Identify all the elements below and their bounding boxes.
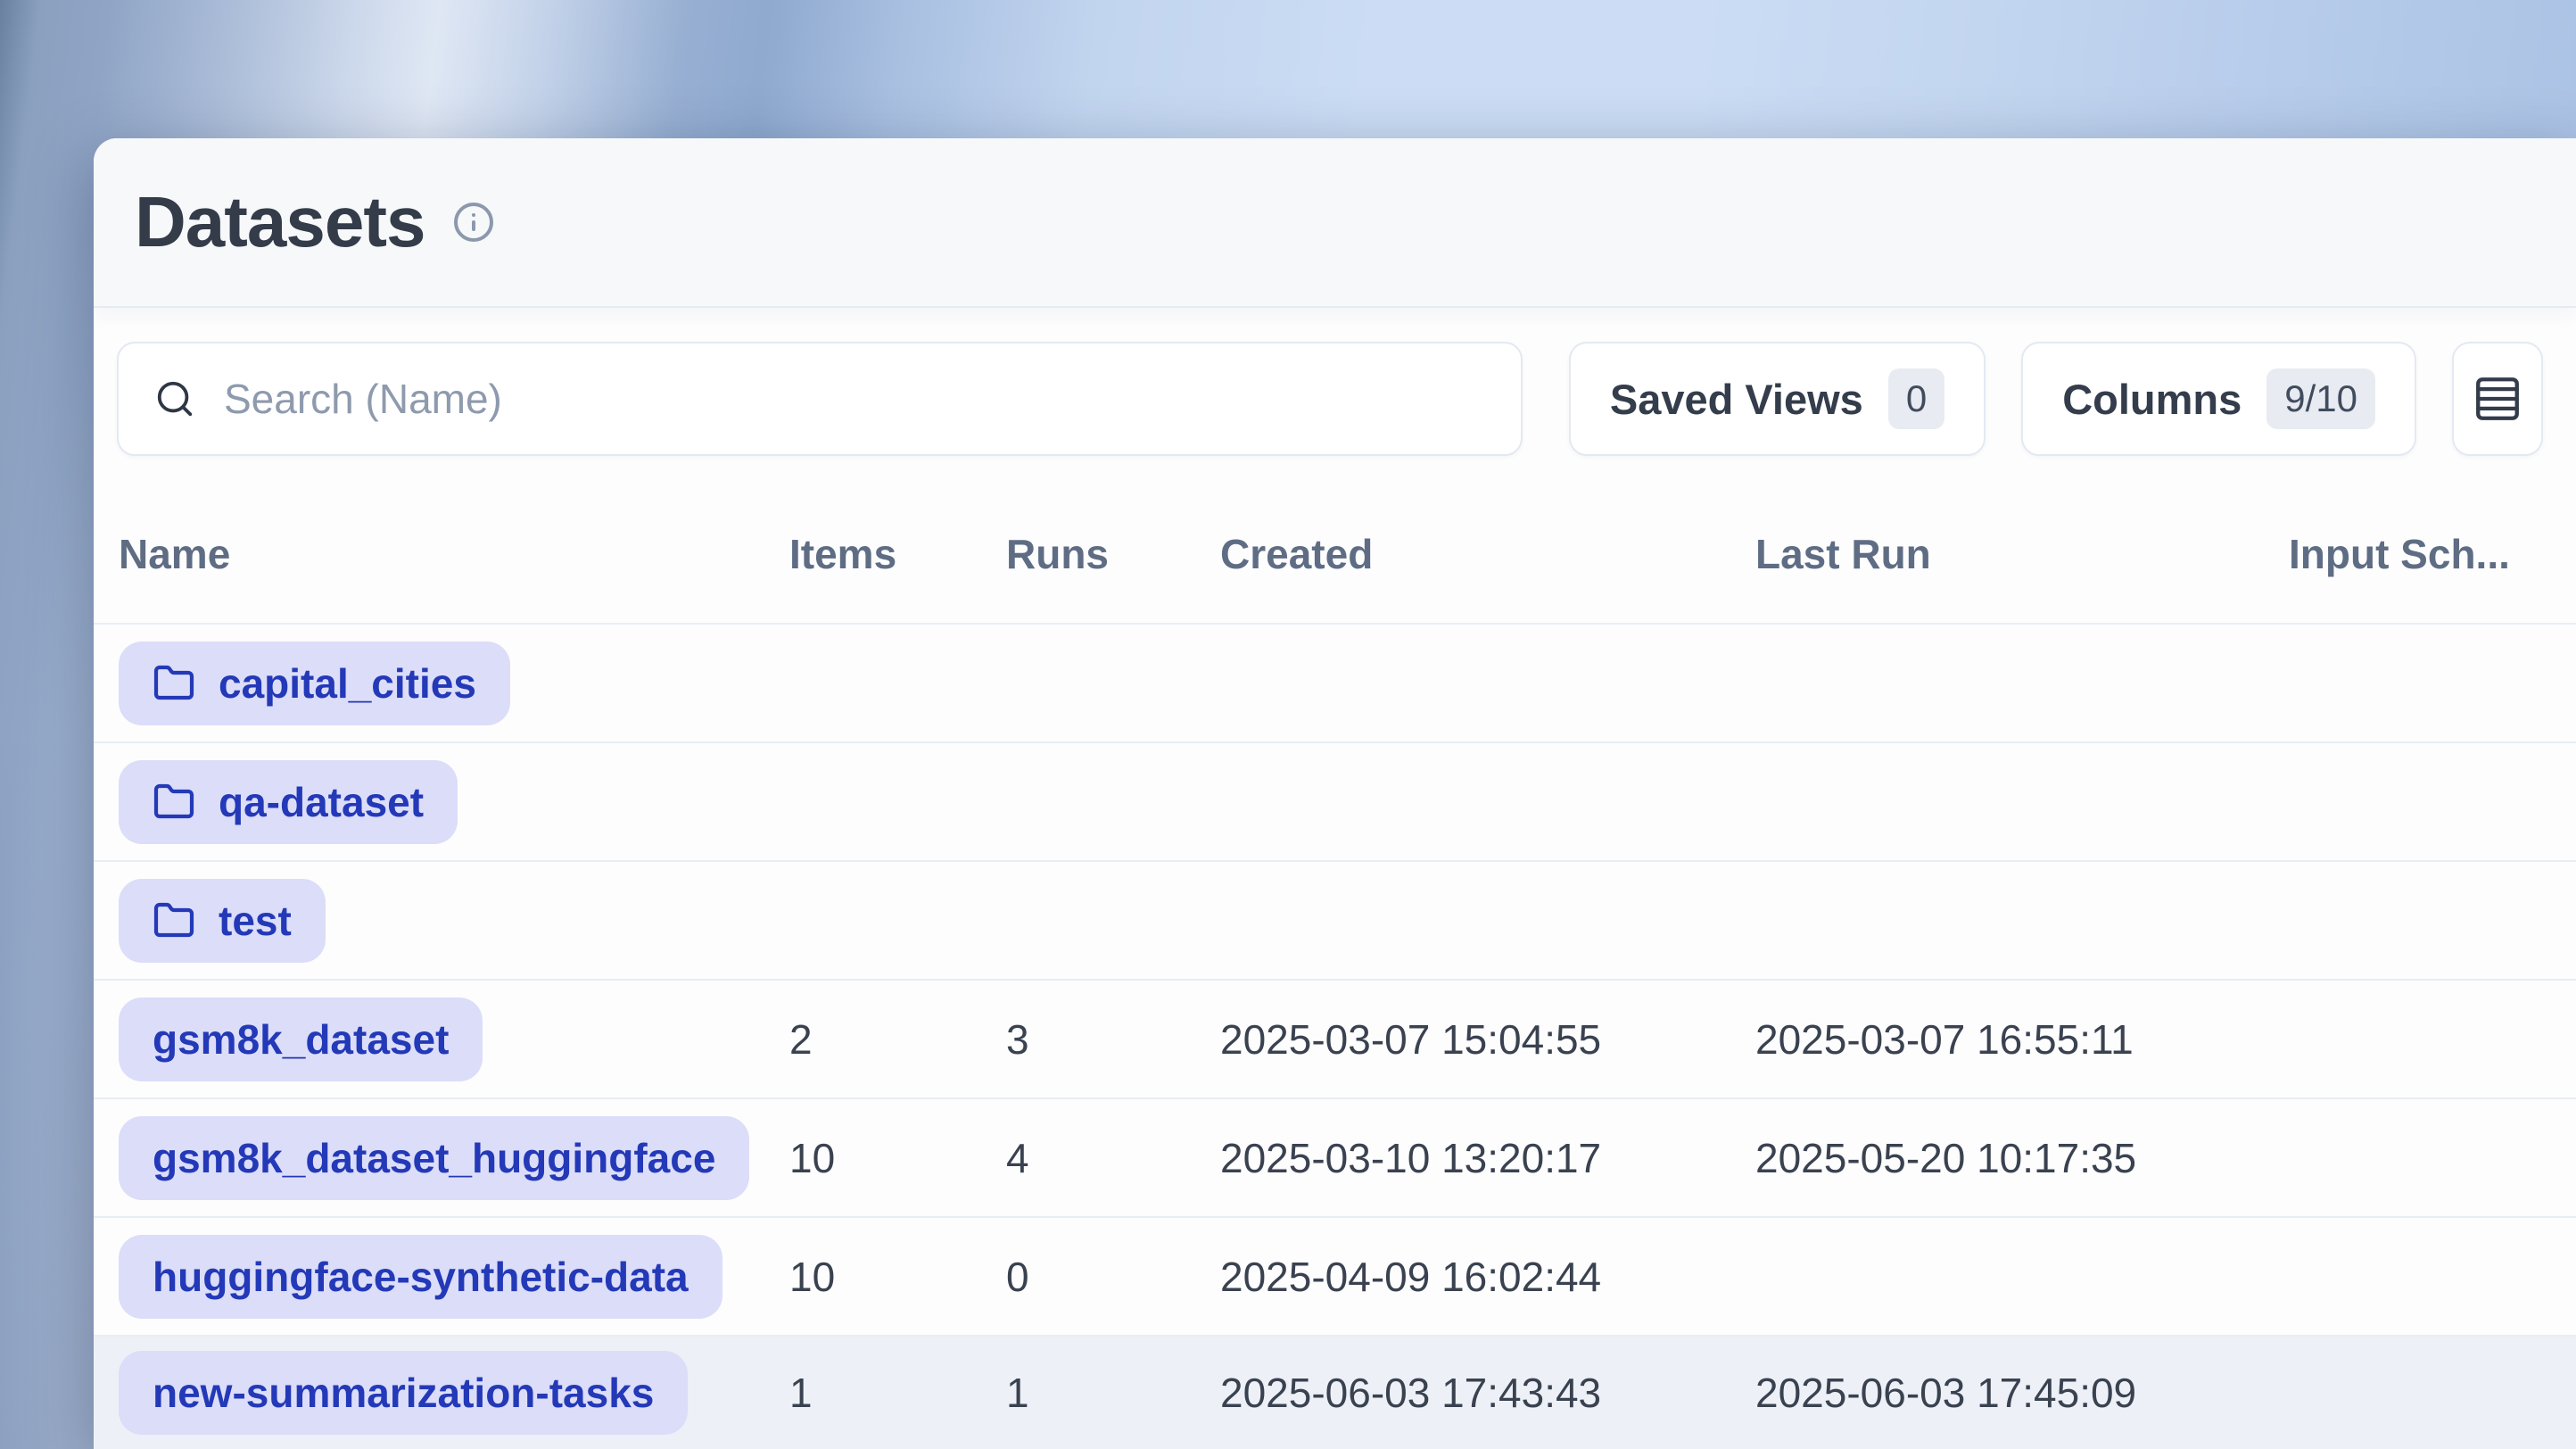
- table-row[interactable]: new-summarization-tasks112025-06-03 17:4…: [94, 1337, 2576, 1449]
- runs-cell: 4: [1006, 1134, 1220, 1182]
- dataset-name-label: capital_cities: [219, 659, 476, 708]
- saved-views-label: Saved Views: [1610, 375, 1863, 424]
- datasets-table: Name Items Runs Created Last Run Input S…: [94, 484, 2576, 1449]
- table-row[interactable]: huggingface-synthetic-data 1002025-04-09 …: [94, 1218, 2576, 1337]
- saved-views-button[interactable]: Saved Views 0: [1569, 342, 1986, 456]
- folder-icon: [153, 781, 195, 824]
- dataset-name-label: huggingface-synthetic-data: [153, 1253, 689, 1301]
- dataset-name-label: new-summarization-tasks: [153, 1369, 654, 1417]
- columns-button[interactable]: Columns 9/10: [2021, 342, 2416, 456]
- row-height-button[interactable]: [2452, 342, 2543, 456]
- created-cell: 2025-06-03 17:43:43: [1220, 1369, 1755, 1417]
- last-run-cell: 2025-06-03 17:45:09: [1755, 1369, 2289, 1417]
- folder-badge[interactable]: test: [119, 879, 326, 963]
- dataset-name-badge[interactable]: new-summarization-tasks: [119, 1351, 688, 1435]
- table-body: capital_cities qa-dataset test gsm8k_datase…: [94, 625, 2576, 1449]
- column-header-name: Name: [119, 530, 789, 578]
- rows-icon: [2472, 373, 2523, 425]
- column-header-created: Created: [1220, 530, 1755, 578]
- name-cell: gsm8k_dataset: [119, 998, 789, 1081]
- column-header-items: Items: [789, 530, 1006, 578]
- search-icon: [154, 378, 195, 419]
- saved-views-count-badge: 0: [1888, 368, 1944, 429]
- column-header-last-run: Last Run: [1755, 530, 2289, 578]
- items-cell: 2: [789, 1015, 1006, 1064]
- toolbar: Saved Views 0 Columns 9/10: [94, 308, 2576, 484]
- dataset-name-label: gsm8k_dataset: [153, 1015, 449, 1064]
- name-cell: capital_cities: [119, 642, 789, 725]
- runs-cell: 1: [1006, 1369, 1220, 1417]
- info-icon[interactable]: [452, 201, 495, 244]
- dataset-name-badge[interactable]: gsm8k_dataset: [119, 998, 483, 1081]
- dataset-name-badge[interactable]: huggingface-synthetic-data: [119, 1235, 722, 1319]
- name-cell: qa-dataset: [119, 760, 789, 844]
- name-cell: test: [119, 879, 789, 963]
- created-cell: 2025-03-07 15:04:55: [1220, 1015, 1755, 1064]
- page-title: Datasets: [135, 181, 425, 263]
- folder-badge[interactable]: capital_cities: [119, 642, 510, 725]
- last-run-cell: 2025-03-07 16:55:11: [1755, 1015, 2289, 1064]
- search-input[interactable]: [224, 375, 1485, 423]
- column-header-input-schema: Input Sch...: [2289, 530, 2576, 578]
- name-cell: new-summarization-tasks: [119, 1351, 789, 1435]
- last-run-cell: 2025-05-20 10:17:35: [1755, 1134, 2289, 1182]
- columns-label: Columns: [2062, 375, 2242, 424]
- items-cell: 1: [789, 1369, 1006, 1417]
- table-row[interactable]: qa-dataset: [94, 743, 2576, 862]
- created-cell: 2025-04-09 16:02:44: [1220, 1253, 1755, 1301]
- table-header-row: Name Items Runs Created Last Run Input S…: [94, 484, 2576, 625]
- page-header: Datasets: [94, 138, 2576, 308]
- created-cell: 2025-03-10 13:20:17: [1220, 1134, 1755, 1182]
- columns-count-badge: 9/10: [2266, 368, 2375, 429]
- column-header-runs: Runs: [1006, 530, 1220, 578]
- items-cell: 10: [789, 1253, 1006, 1301]
- folder-icon: [153, 662, 195, 705]
- datasets-panel: Datasets Saved Views 0 Columns 9/10 Name: [94, 138, 2576, 1449]
- search-box: [117, 342, 1523, 456]
- name-cell: huggingface-synthetic-data: [119, 1235, 789, 1319]
- items-cell: 10: [789, 1134, 1006, 1182]
- folder-badge[interactable]: qa-dataset: [119, 760, 458, 844]
- runs-cell: 0: [1006, 1253, 1220, 1301]
- table-row[interactable]: test: [94, 862, 2576, 981]
- name-cell: gsm8k_dataset_huggingface: [119, 1116, 789, 1200]
- dataset-name-label: gsm8k_dataset_huggingface: [153, 1134, 715, 1182]
- table-row[interactable]: capital_cities: [94, 625, 2576, 743]
- runs-cell: 3: [1006, 1015, 1220, 1064]
- dataset-name-label: qa-dataset: [219, 778, 424, 826]
- table-row[interactable]: gsm8k_dataset_huggingface 1042025-03-10 1…: [94, 1099, 2576, 1218]
- table-row[interactable]: gsm8k_dataset 232025-03-07 15:04:552025-0…: [94, 981, 2576, 1099]
- folder-icon: [153, 899, 195, 942]
- dataset-name-label: test: [219, 897, 292, 945]
- dataset-name-badge[interactable]: gsm8k_dataset_huggingface: [119, 1116, 749, 1200]
